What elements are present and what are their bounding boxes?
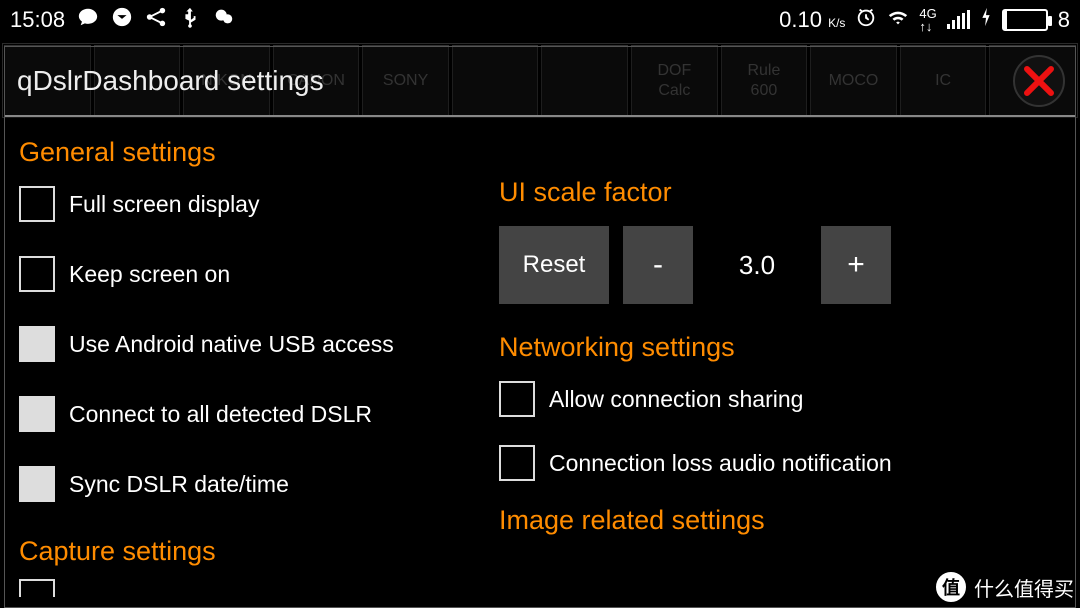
label-allow-sharing: Allow connection sharing: [549, 386, 803, 413]
charging-icon: [980, 6, 992, 34]
watermark: 值 什么值得买: [934, 570, 1074, 604]
usb-icon: [179, 6, 201, 34]
ui-scale-controls: Reset - 3.0 +: [499, 226, 1061, 304]
checkbox-native-usb[interactable]: [19, 326, 55, 362]
modal-title: qDslrDashboard settings: [17, 65, 324, 97]
alarm-icon: [855, 6, 877, 34]
android-status-bar: 15:08 0.10 K/s 4G↑↓: [0, 0, 1080, 40]
status-time: 15:08: [10, 7, 65, 33]
checkbox-full-screen[interactable]: [19, 186, 55, 222]
row-keep-screen-on[interactable]: Keep screen on: [19, 256, 471, 292]
scale-value: 3.0: [707, 250, 807, 281]
decrease-button[interactable]: -: [623, 226, 693, 304]
section-capture: Capture settings: [19, 536, 471, 567]
row-sync-time[interactable]: Sync DSLR date/time: [19, 466, 471, 502]
modal-header: qDslrDashboard settings: [5, 47, 1075, 117]
section-image: Image related settings: [499, 505, 1061, 536]
checkbox-keep-screen-on[interactable]: [19, 256, 55, 292]
section-ui-scale: UI scale factor: [499, 177, 1061, 208]
checkbox-partial[interactable]: [19, 579, 55, 597]
row-allow-sharing[interactable]: Allow connection sharing: [499, 381, 1061, 417]
message-icon: [111, 6, 133, 34]
network-gen: 4G↑↓: [919, 7, 936, 33]
label-loss-notify: Connection loss audio notification: [549, 450, 892, 477]
signal-bars: [947, 11, 970, 29]
row-loss-notify[interactable]: Connection loss audio notification: [499, 445, 1061, 481]
chat-icon: [77, 6, 99, 34]
watermark-badge: 值: [934, 570, 968, 604]
watermark-text: 什么值得买: [974, 573, 1074, 602]
section-networking: Networking settings: [499, 332, 1061, 363]
wifi-icon: [887, 6, 909, 34]
settings-modal: qDslrDashboard settings General settings…: [4, 46, 1076, 608]
close-button[interactable]: [1013, 55, 1065, 107]
left-column: General settings Full screen display Kee…: [5, 119, 485, 607]
net-speed: 0.10 K/s: [779, 7, 845, 33]
reset-button[interactable]: Reset: [499, 226, 609, 304]
label-sync-time: Sync DSLR date/time: [69, 471, 289, 498]
row-native-usb[interactable]: Use Android native USB access: [19, 326, 471, 362]
right-column: UI scale factor Reset - 3.0 + Networking…: [485, 119, 1075, 607]
label-native-usb: Use Android native USB access: [69, 331, 394, 358]
wechat-icon: [213, 6, 235, 34]
checkbox-sync-time[interactable]: [19, 466, 55, 502]
row-full-screen[interactable]: Full screen display: [19, 186, 471, 222]
close-icon: [1019, 61, 1059, 101]
checkbox-loss-notify[interactable]: [499, 445, 535, 481]
checkbox-connect-all[interactable]: [19, 396, 55, 432]
row-connect-all[interactable]: Connect to all detected DSLR: [19, 396, 471, 432]
section-general: General settings: [19, 137, 471, 168]
label-full-screen: Full screen display: [69, 191, 259, 218]
share-icon: [145, 6, 167, 34]
battery-percent: 8: [1058, 7, 1070, 33]
label-connect-all: Connect to all detected DSLR: [69, 401, 372, 428]
battery-icon: [1002, 9, 1048, 31]
checkbox-allow-sharing[interactable]: [499, 381, 535, 417]
increase-button[interactable]: +: [821, 226, 891, 304]
label-keep-screen-on: Keep screen on: [69, 261, 230, 288]
